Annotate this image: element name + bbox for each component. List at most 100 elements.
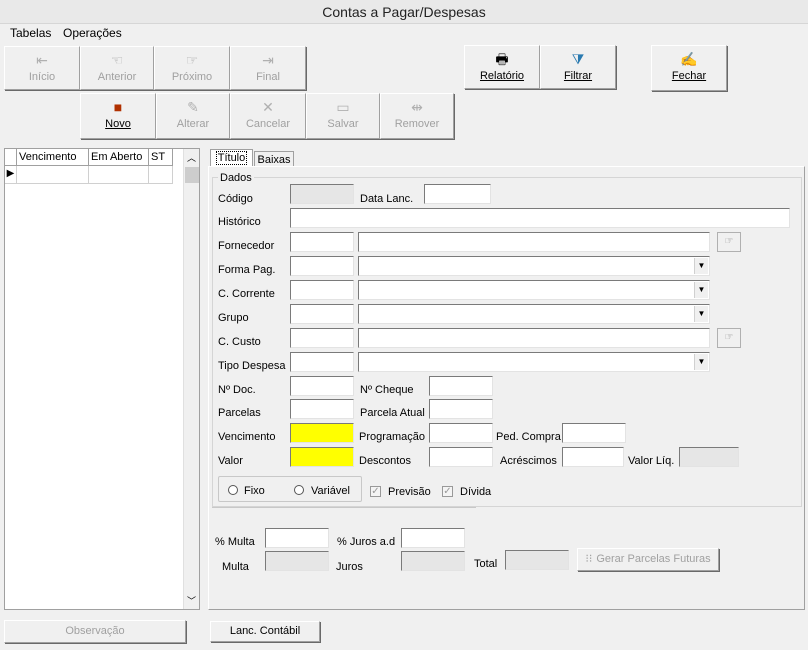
- anterior-label: Anterior: [97, 71, 137, 83]
- divider: [212, 507, 476, 508]
- historico-field[interactable]: [290, 208, 790, 228]
- vencimento-field[interactable]: [290, 423, 354, 443]
- acrescimos-label: Acréscimos: [500, 455, 557, 467]
- row-pointer-icon: ▶: [5, 166, 17, 184]
- fornecedor-label: Fornecedor: [218, 240, 275, 252]
- ped-compra-field[interactable]: [562, 423, 626, 443]
- grid-scrollbar[interactable]: ︿ ﹀: [183, 149, 199, 609]
- n-cheque-field[interactable]: [429, 376, 493, 396]
- programacao-label: Programação: [359, 431, 426, 443]
- tipo-despesa-code-field[interactable]: [290, 352, 354, 372]
- pct-multa-field[interactable]: [265, 528, 329, 548]
- previsao-label: Previsão: [388, 486, 431, 498]
- total-field: [505, 550, 569, 570]
- scroll-thumb[interactable]: [185, 167, 199, 183]
- chevron-down-icon[interactable]: ▼: [694, 306, 708, 322]
- grupo-select[interactable]: ▼: [358, 304, 710, 324]
- descontos-label: Descontos: [359, 455, 411, 467]
- fornecedor-name-field[interactable]: [358, 232, 710, 252]
- alterar-button[interactable]: ✎ Alterar: [156, 93, 230, 139]
- fixo-radio[interactable]: [228, 485, 238, 495]
- last-record-icon: ⇥: [262, 52, 274, 68]
- fechar-button[interactable]: ✍ Fechar: [651, 45, 727, 91]
- scroll-up-icon[interactable]: ︿: [187, 151, 196, 164]
- forma-pag-select[interactable]: ▼: [358, 256, 710, 276]
- divida-checkbox[interactable]: ✓: [442, 486, 453, 497]
- menu-operacoes[interactable]: Operações: [63, 26, 122, 40]
- grupo-code-field[interactable]: [290, 304, 354, 324]
- menu-tabelas[interactable]: Tabelas: [10, 26, 51, 40]
- parcela-atual-label: Parcela Atual: [360, 407, 425, 419]
- previous-icon: ☜: [110, 52, 124, 68]
- valor-field[interactable]: [290, 447, 354, 467]
- filtrar-button[interactable]: ⧩ Filtrar: [540, 45, 616, 89]
- grid-header-vencimento[interactable]: Vencimento: [17, 149, 89, 166]
- parcelas-field[interactable]: [290, 399, 354, 419]
- titles-grid[interactable]: Vencimento Em Aberto ST ▶: [4, 148, 200, 610]
- remover-button[interactable]: ⇹ Remover: [380, 93, 454, 139]
- next-icon: ☞: [185, 52, 199, 68]
- lanc-contabil-button[interactable]: Lanc. Contábil: [210, 621, 320, 642]
- c-corrente-label: C. Corrente: [218, 288, 275, 300]
- inicio-button[interactable]: ⇤ Início: [4, 46, 80, 90]
- save-icon: ▭: [336, 99, 350, 115]
- programacao-field[interactable]: [429, 423, 493, 443]
- fechar-label: Fechar: [671, 70, 707, 82]
- salvar-button[interactable]: ▭ Salvar: [306, 93, 380, 139]
- scroll-down-icon[interactable]: ﹀: [187, 594, 196, 607]
- c-custo-code-field[interactable]: [290, 328, 354, 348]
- c-corrente-select[interactable]: ▼: [358, 280, 710, 300]
- anterior-button[interactable]: ☜ Anterior: [80, 46, 154, 90]
- grupo-label: Grupo: [218, 312, 249, 324]
- multa-label: Multa: [222, 561, 249, 573]
- c-custo-name-field[interactable]: [358, 328, 710, 348]
- previsao-checkbox[interactable]: ✓: [370, 486, 381, 497]
- pct-juros-label: % Juros a.d: [337, 536, 396, 548]
- data-lanc-label: Data Lanc.: [360, 193, 414, 205]
- salvar-label: Salvar: [327, 118, 359, 130]
- proximo-button[interactable]: ☞ Próximo: [154, 46, 230, 90]
- c-corrente-code-field[interactable]: [290, 280, 354, 300]
- new-record-icon: ■: [113, 99, 123, 115]
- n-doc-field[interactable]: [290, 376, 354, 396]
- multa-field: [265, 551, 329, 571]
- table-row-cell[interactable]: [149, 166, 173, 184]
- n-doc-label: Nº Doc.: [218, 384, 256, 396]
- table-row-cell[interactable]: [89, 166, 149, 184]
- parcela-atual-field[interactable]: [429, 399, 493, 419]
- grid-header-em-aberto[interactable]: Em Aberto: [89, 149, 149, 166]
- fornecedor-search-icon[interactable]: ☞: [717, 232, 741, 252]
- observacao-button[interactable]: Observação: [4, 620, 186, 643]
- printer-icon: 🖶: [495, 51, 509, 67]
- cancelar-button[interactable]: ✕ Cancelar: [230, 93, 306, 139]
- table-row[interactable]: [17, 166, 89, 184]
- final-button[interactable]: ⇥ Final: [230, 46, 306, 90]
- relatorio-label: Relatório: [479, 70, 525, 82]
- novo-button[interactable]: ■ Novo: [80, 93, 156, 139]
- chevron-down-icon[interactable]: ▼: [694, 282, 708, 298]
- grid-header-st[interactable]: ST: [149, 149, 173, 166]
- pct-juros-field[interactable]: [401, 528, 465, 548]
- data-lanc-field[interactable]: [424, 184, 491, 204]
- acrescimos-field[interactable]: [562, 447, 624, 467]
- chevron-down-icon[interactable]: ▼: [694, 258, 708, 274]
- tab-titulo[interactable]: Título: [210, 149, 253, 167]
- dados-title: Dados: [218, 172, 254, 184]
- alterar-label: Alterar: [176, 118, 210, 130]
- c-custo-search-icon[interactable]: ☞: [717, 328, 741, 348]
- relatorio-button[interactable]: 🖶 Relatório: [464, 45, 540, 89]
- tipo-despesa-select[interactable]: ▼: [358, 352, 710, 372]
- filter-icon: ⧩: [571, 51, 585, 67]
- descontos-field[interactable]: [429, 447, 493, 467]
- fornecedor-code-field[interactable]: [290, 232, 354, 252]
- first-record-icon: ⇤: [36, 52, 48, 68]
- chevron-down-icon[interactable]: ▼: [694, 354, 708, 370]
- forma-pag-code-field[interactable]: [290, 256, 354, 276]
- variavel-radio[interactable]: [294, 485, 304, 495]
- parcelas-label: Parcelas: [218, 407, 261, 419]
- remove-icon: ⇹: [411, 99, 423, 115]
- historico-label: Histórico: [218, 216, 261, 228]
- valor-liq-label: Valor Líq.: [628, 455, 675, 467]
- proximo-label: Próximo: [171, 71, 213, 83]
- gerar-parcelas-button[interactable]: ⁝⁝ Gerar Parcelas Futuras: [577, 548, 719, 571]
